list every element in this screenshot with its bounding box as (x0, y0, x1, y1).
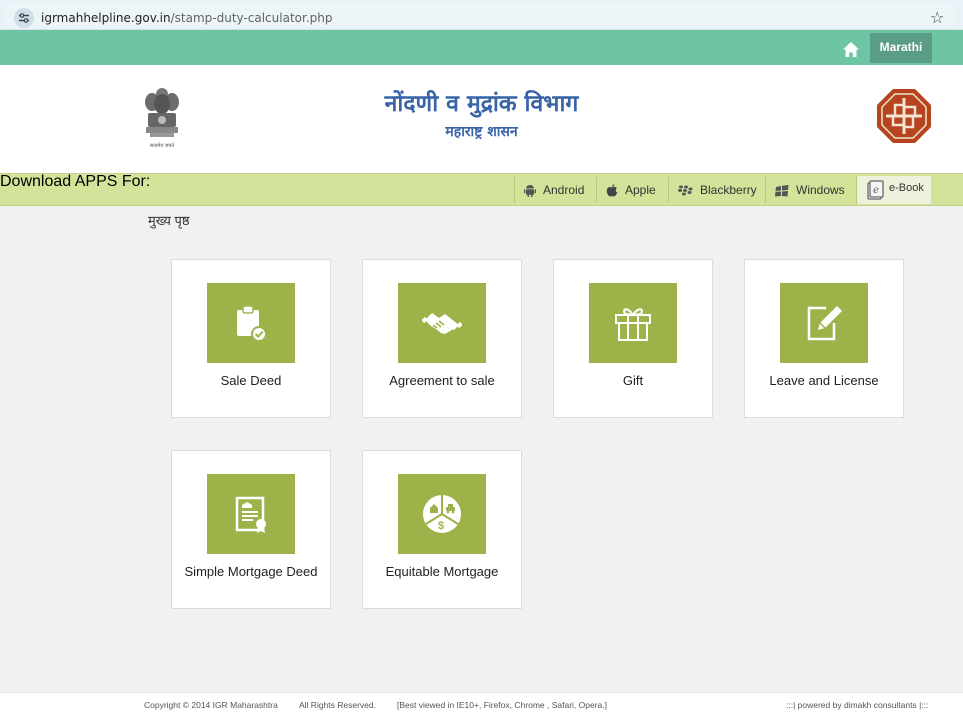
gift-tile (589, 283, 677, 363)
breadcrumb-home[interactable]: मुख्य पृष्ठ (148, 211, 190, 229)
clipboard-check-icon (237, 305, 267, 342)
footer-powered-by[interactable]: :::| powered by dimakh consultants |::: (786, 700, 928, 710)
svg-text:$: $ (438, 520, 444, 532)
apple-label: Apple (625, 183, 656, 197)
download-apps-label: Download APPS For: (0, 173, 151, 190)
android-label: Android (543, 183, 585, 197)
blackberry-label: Blackberry (700, 183, 757, 197)
equitable-mortgage-card[interactable]: $ Equitable Mortgage (362, 450, 522, 609)
browser-address-bar: igrmahhelpline.gov.in/stamp-duty-calcula… (0, 0, 963, 30)
leave-and-license-card[interactable]: Leave and License (744, 259, 904, 418)
certificate-icon (235, 496, 266, 533)
svg-text:e: e (873, 185, 879, 196)
simple-mortgage-deed-card[interactable]: Simple Mortgage Deed (171, 450, 331, 609)
bookmark-star-icon[interactable]: ☆ (930, 8, 944, 28)
url-path: /stamp-duty-calculator.php (170, 11, 333, 25)
url-field[interactable]: igrmahhelpline.gov.in/stamp-duty-calcula… (4, 3, 956, 28)
windows-label: Windows (796, 183, 845, 197)
department-title: नोंदणी व मुद्रांक विभाग (384, 90, 579, 117)
igr-octagon-logo (876, 88, 932, 144)
apple-icon (606, 184, 618, 197)
equitable-mortgage-label: Equitable Mortgage (385, 564, 499, 579)
leave-and-license-tile (780, 283, 868, 363)
gift-card[interactable]: Gift (553, 259, 713, 418)
blackberry-icon (678, 185, 693, 196)
edit-document-icon (807, 306, 842, 341)
sale-deed-tile (207, 283, 295, 363)
ebook-link[interactable]: e e-Book (856, 176, 931, 204)
mortgage-pie-icon: $ (423, 495, 461, 533)
top-navigation-bar (0, 30, 963, 65)
equitable-mortgage-tile: $ (398, 474, 486, 554)
gift-label: Gift (622, 373, 644, 388)
android-icon (524, 185, 536, 198)
simple-mortgage-deed-tile (207, 474, 295, 554)
sale-deed-card[interactable]: Sale Deed (171, 259, 331, 418)
site-footer: Copyright © 2014 IGR Maharashtra All Rig… (0, 692, 963, 714)
blackberry-app-link[interactable]: Blackberry (668, 177, 757, 203)
footer-rights: All Rights Reserved. (299, 700, 377, 710)
apple-app-link[interactable]: Apple (596, 177, 656, 203)
android-app-link[interactable]: Android (514, 177, 584, 203)
sale-deed-label: Sale Deed (220, 373, 282, 388)
department-subtitle: महाराष्ट्र शासन (445, 124, 518, 140)
ebook-label: e-Book (889, 182, 924, 194)
url-text[interactable]: igrmahhelpline.gov.in/stamp-duty-calcula… (41, 11, 332, 25)
simple-mortgage-deed-label: Simple Mortgage Deed (184, 564, 318, 579)
site-info-icon[interactable] (14, 8, 34, 28)
footer-copyright: Copyright © 2014 IGR Maharashtra (144, 700, 278, 710)
ebook-icon: e (867, 180, 884, 200)
agreement-to-sale-card[interactable]: Agreement to sale (362, 259, 522, 418)
language-marathi-button[interactable]: Marathi (870, 33, 932, 63)
agreement-to-sale-label: Agreement to sale (389, 373, 495, 388)
leave-and-license-label: Leave and License (769, 373, 879, 388)
windows-app-link[interactable]: Windows (765, 177, 845, 203)
footer-best-viewed: [Best viewed in IE10+, Firefox, Chrome ,… (397, 700, 607, 710)
gift-icon (615, 308, 651, 341)
windows-icon (775, 184, 789, 197)
home-icon[interactable] (843, 42, 859, 62)
url-host: igrmahhelpline.gov.in (41, 11, 171, 25)
handshake-icon (422, 313, 462, 334)
emblem-caption: सत्यमेव जयते (149, 143, 175, 149)
agreement-to-sale-tile (398, 283, 486, 363)
